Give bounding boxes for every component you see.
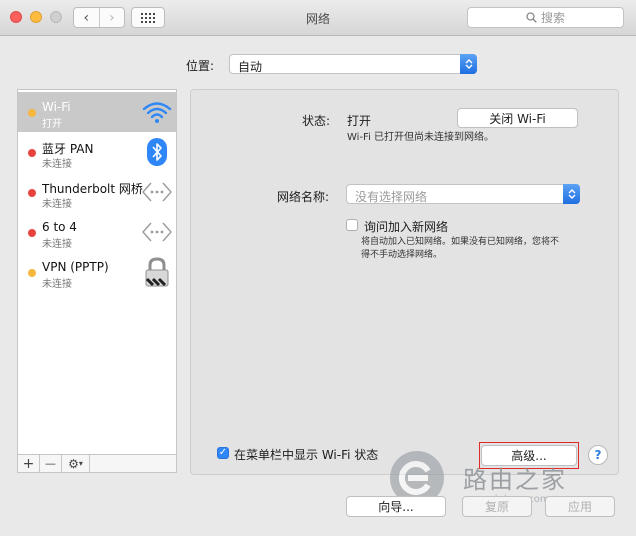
network-name-placeholder: 没有选择网络 <box>355 190 428 204</box>
search-placeholder: 搜索 <box>540 11 565 25</box>
service-status: 未连接 <box>42 279 72 290</box>
status-dot <box>28 149 36 157</box>
help-button[interactable]: ? <box>588 445 608 465</box>
ask-join-description-line2: 得不手动选择网络。 <box>361 250 443 260</box>
service-status: 未连接 <box>42 239 72 250</box>
service-item-vpn-pptp[interactable]: VPN (PPTP) 未连接 <box>18 252 176 292</box>
plus-icon: + <box>22 455 35 472</box>
status-dot <box>28 189 36 197</box>
minus-icon: — <box>45 457 56 470</box>
6to4-icon <box>142 217 172 247</box>
status-dot <box>28 229 36 237</box>
service-status: 打开 <box>42 119 62 130</box>
service-list: Wi-Fi 打开 蓝牙 PAN 未连接 Thunderbolt 网桥 未连接 6… <box>17 89 177 455</box>
service-status: 未连接 <box>42 199 72 210</box>
watermark-text: 路由之家 <box>463 466 567 494</box>
location-popup[interactable]: 自动 <box>229 54 477 74</box>
service-status: 未连接 <box>42 159 72 170</box>
service-item-6to4[interactable]: 6 to 4 未连接 <box>18 212 176 252</box>
network-name-popup[interactable]: 没有选择网络 <box>346 184 580 204</box>
service-name: 6 to 4 <box>42 220 77 234</box>
apply-button[interactable]: 应用 <box>545 496 615 517</box>
ask-join-description-line1: 将自动加入已知网络。如果没有已知网络，您将不 <box>361 237 560 247</box>
assist-me-button[interactable]: 向导... <box>346 496 446 517</box>
ask-join-label: 询问加入新网络 <box>364 220 449 234</box>
search-icon <box>526 12 537 23</box>
wifi-detail-panel: 状态: 打开 关闭 Wi-Fi Wi-Fi 已打开但尚未连接到网络。 网络名称:… <box>190 89 619 475</box>
add-service-button[interactable]: + <box>18 455 40 472</box>
remove-service-button[interactable]: — <box>40 455 62 472</box>
service-item-thunderbolt-bridge[interactable]: Thunderbolt 网桥 未连接 <box>18 172 176 212</box>
status-dot <box>28 269 36 277</box>
wifi-icon <box>142 97 172 127</box>
title-bar: ‹ › 网络 搜索 <box>0 0 636 36</box>
service-list-toolbar: + — ⚙ ▾ <box>17 455 177 473</box>
status-label: 状态: <box>302 114 331 128</box>
updown-arrows-icon <box>460 54 477 74</box>
updown-arrows-icon <box>563 184 580 204</box>
ask-join-checkbox[interactable] <box>346 219 358 231</box>
thunderbolt-bridge-icon <box>142 177 172 207</box>
chevron-down-icon: ▾ <box>78 459 83 468</box>
action-menu-button[interactable]: ⚙ ▾ <box>62 455 90 472</box>
show-menubar-checkbox[interactable]: ✓ <box>217 447 229 459</box>
service-item-wifi[interactable]: Wi-Fi 打开 <box>18 92 176 132</box>
location-value: 自动 <box>238 60 263 74</box>
revert-button[interactable]: 复原 <box>462 496 532 517</box>
service-item-bluetooth-pan[interactable]: 蓝牙 PAN 未连接 <box>18 132 176 172</box>
service-name: Wi-Fi <box>42 100 71 114</box>
status-value: 打开 <box>347 114 372 128</box>
gear-icon: ⚙ <box>68 456 79 471</box>
bluetooth-icon <box>142 137 172 167</box>
turn-off-wifi-button[interactable]: 关闭 Wi-Fi <box>457 108 578 128</box>
service-name: VPN (PPTP) <box>42 260 109 274</box>
status-description: Wi-Fi 已打开但尚未连接到网络。 <box>347 132 495 143</box>
network-name-label: 网络名称: <box>277 190 330 204</box>
search-field[interactable]: 搜索 <box>467 7 624 28</box>
location-label: 位置: <box>186 59 215 73</box>
show-menubar-label: 在菜单栏中显示 Wi-Fi 状态 <box>234 448 379 462</box>
status-dot <box>28 109 36 117</box>
vpn-lock-icon <box>142 257 172 287</box>
